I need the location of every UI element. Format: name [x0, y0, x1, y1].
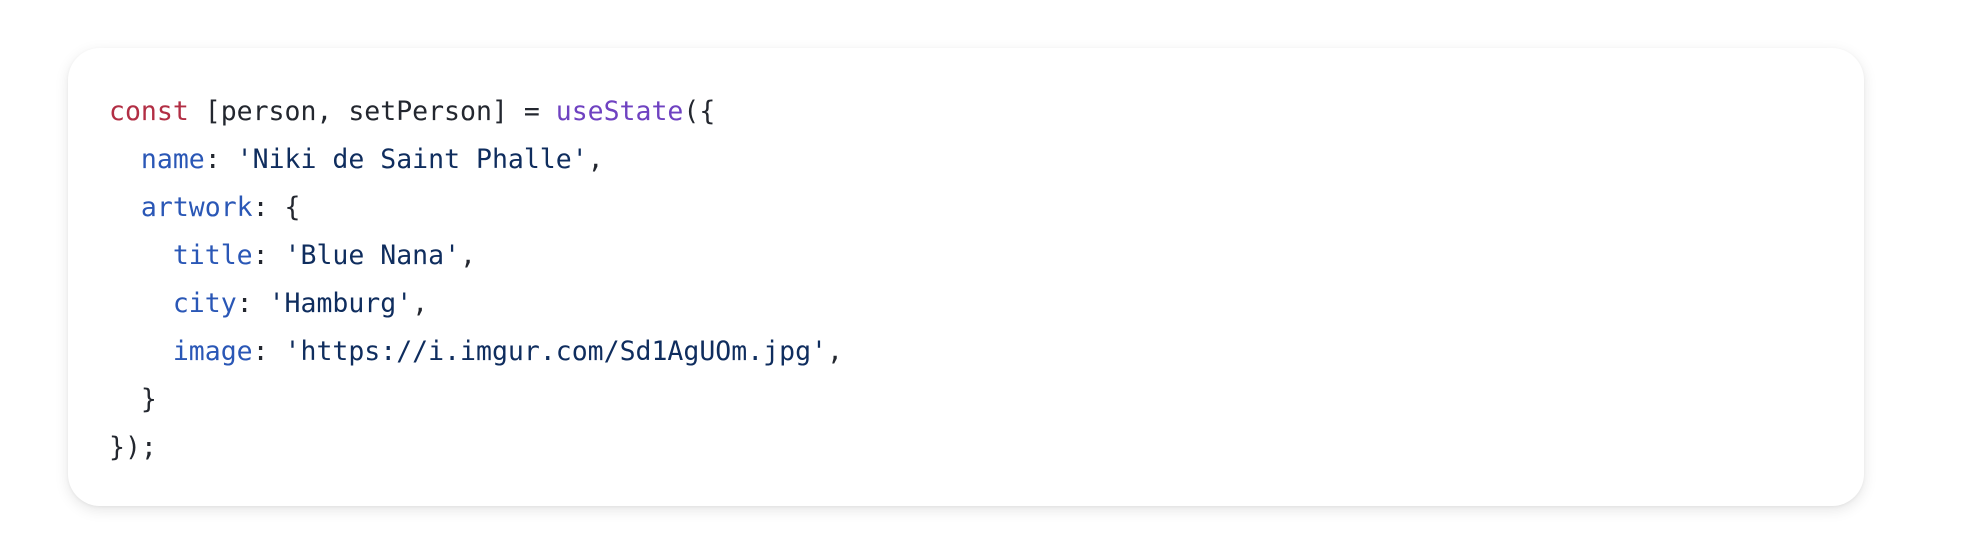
code-line: name: 'Niki de Saint Phalle',: [109, 136, 1864, 184]
punctuation-token: ({: [683, 96, 716, 127]
punctuation-token: :: [236, 288, 269, 319]
property-token: title: [172, 240, 253, 271]
code-block[interactable]: const [person, setPerson] = useState({ n…: [109, 88, 1864, 472]
function-token: useState: [555, 96, 684, 127]
code-line: title: 'Blue Nana',: [109, 232, 1864, 280]
punctuation-token: ,: [826, 336, 843, 367]
keyword-token: const: [109, 96, 189, 127]
punctuation-token: ,: [460, 240, 476, 271]
punctuation-token: :: [252, 240, 285, 271]
code-line: city: 'Hamburg',: [109, 280, 1864, 328]
indent-token: [109, 144, 141, 175]
punctuation-token: });: [109, 432, 157, 463]
punctuation-token: ,: [412, 288, 429, 319]
code-line: });: [109, 424, 1864, 472]
indent-token: [109, 336, 173, 367]
property-token: name: [140, 144, 205, 175]
string-token: 'https://i.imgur.com/Sd1AgUOm.jpg': [284, 336, 827, 367]
property-token: city: [172, 288, 237, 319]
code-line: const [person, setPerson] = useState({: [109, 88, 1864, 136]
punctuation-token: ,: [587, 144, 604, 175]
string-token: 'Hamburg': [268, 288, 413, 319]
string-token: 'Blue Nana': [284, 240, 461, 271]
punctuation-token: : {: [252, 192, 301, 223]
code-line: }: [109, 376, 1864, 424]
code-line: image: 'https://i.imgur.com/Sd1AgUOm.jpg…: [109, 328, 1864, 376]
indent-token: [109, 240, 173, 271]
text-token: [person, setPerson] =: [188, 96, 556, 127]
property-token: artwork: [140, 192, 253, 223]
indent-token: [109, 288, 173, 319]
property-token: image: [172, 336, 253, 367]
code-line: artwork: {: [109, 184, 1864, 232]
string-token: 'Niki de Saint Phalle': [236, 144, 588, 175]
punctuation-token: :: [252, 336, 285, 367]
code-card: const [person, setPerson] = useState({ n…: [68, 48, 1864, 506]
punctuation-token: :: [204, 144, 237, 175]
punctuation-token: }: [109, 384, 157, 415]
indent-token: [109, 192, 141, 223]
